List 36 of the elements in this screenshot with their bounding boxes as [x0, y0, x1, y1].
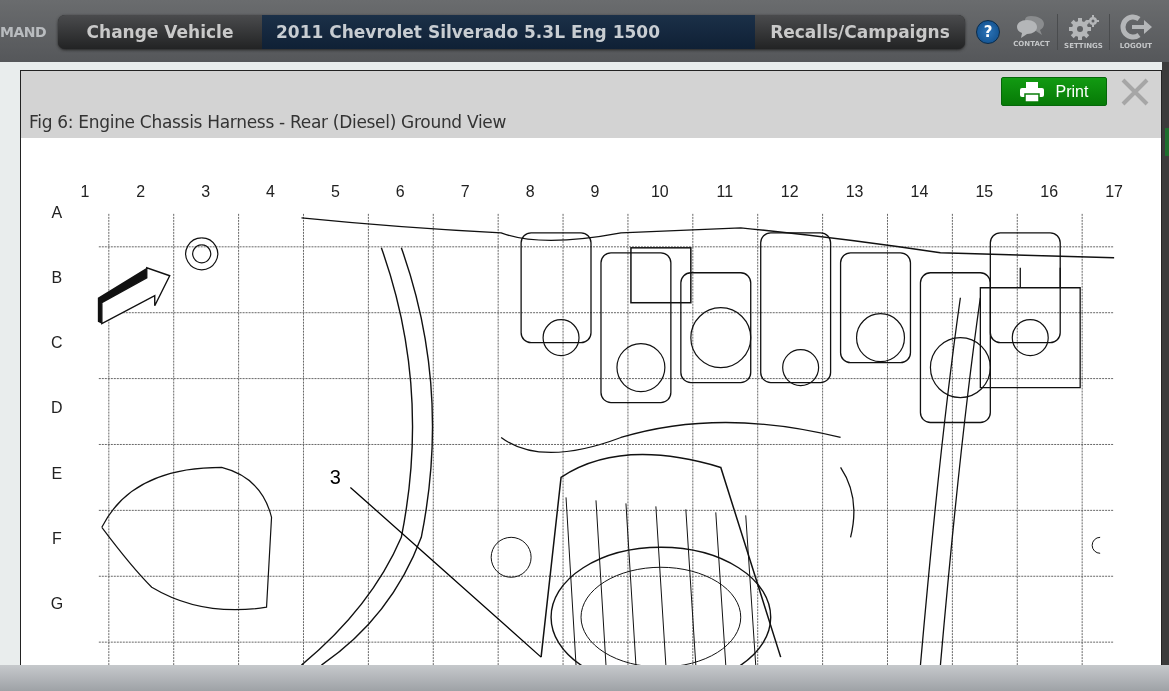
row-label: A — [51, 203, 63, 221]
printer-icon — [1019, 81, 1044, 102]
column-label: 16 — [1040, 182, 1059, 200]
change-vehicle-button[interactable]: Change Vehicle — [58, 15, 262, 49]
column-label: 12 — [780, 182, 799, 200]
column-label: 4 — [266, 182, 275, 200]
column-label: 6 — [395, 182, 405, 200]
brand-text: MAND — [0, 24, 48, 40]
column-label: 15 — [975, 182, 994, 200]
logout-icon — [1119, 14, 1153, 40]
callout-number: 3 — [329, 466, 341, 489]
vehicle-field: 2011 Chevrolet Silverado 5.3L Eng 1500 — [262, 15, 755, 49]
help-button[interactable]: ? — [976, 20, 1000, 44]
recalls-campaigns-button[interactable]: Recalls/Campaigns — [755, 15, 965, 49]
column-label: 5 — [331, 182, 340, 200]
close-icon[interactable] — [1121, 77, 1149, 106]
column-label: 7 — [460, 182, 470, 200]
column-label: 13 — [845, 182, 864, 200]
row-label: F — [52, 529, 62, 547]
row-label: E — [51, 464, 63, 482]
column-label: 3 — [201, 182, 211, 200]
column-label: 2 — [136, 182, 146, 200]
column-label: 11 — [716, 182, 734, 200]
row-label: B — [51, 268, 63, 286]
row-label: D — [51, 399, 63, 417]
column-label: 10 — [651, 182, 669, 200]
column-label: 17 — [1105, 182, 1123, 200]
column-label: 9 — [590, 182, 600, 200]
row-label: G — [50, 594, 64, 612]
column-label: 8 — [525, 182, 535, 200]
column-label: 14 — [910, 182, 929, 200]
gears-icon — [1066, 14, 1101, 40]
figure-title: Fig 6: Engine Chassis Harness - Rear (Diesel) Ground View — [29, 112, 508, 132]
row-label: C — [51, 334, 63, 352]
column-label: 1 — [80, 182, 90, 200]
print-button[interactable]: Print — [1001, 77, 1107, 106]
